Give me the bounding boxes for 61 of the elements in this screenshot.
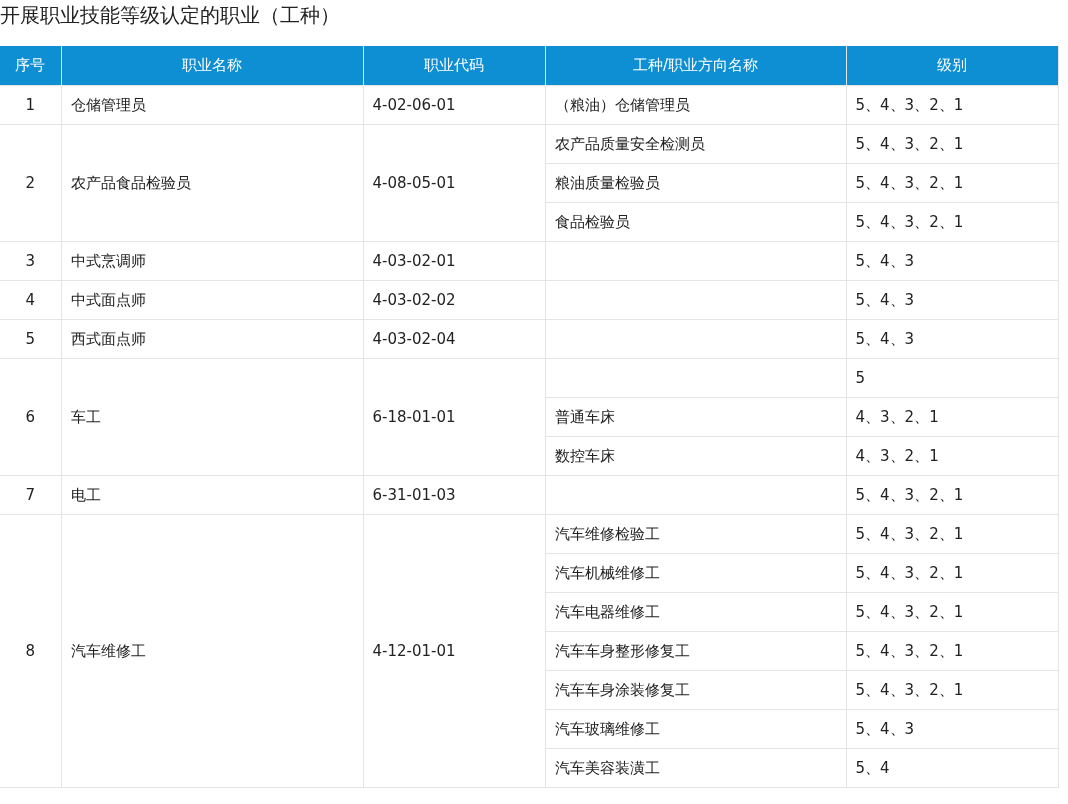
column-header: 职业代码 [363, 46, 545, 86]
table-cell: 8 [0, 514, 61, 788]
table-cell: 6-18-01-01 [363, 358, 545, 476]
table-cell: 普通车床 [545, 397, 846, 437]
table-cell: 1 [0, 85, 61, 125]
column-header: 序号 [0, 46, 61, 86]
table-cell: 5、4、3、2、1 [846, 202, 1059, 242]
table-cell: 4、3、2、1 [846, 397, 1059, 437]
table-cell: 5、4、3、2、1 [846, 85, 1059, 125]
table-cell: 汽车玻璃维修工 [545, 709, 846, 749]
table-cell: 4-03-02-04 [363, 319, 545, 359]
table-cell: 5、4、3 [846, 709, 1059, 749]
table-cell: 2 [0, 124, 61, 242]
table-cell: 汽车车身涂装修复工 [545, 670, 846, 710]
table-cell: 6 [0, 358, 61, 476]
table-cell: 5、4、3、2、1 [846, 592, 1059, 632]
table-cell: 5、4、3、2、1 [846, 514, 1059, 554]
table-cell: 电工 [61, 475, 363, 515]
table-cell: 5、4、3 [846, 319, 1059, 359]
column-header: 级别 [846, 46, 1059, 86]
table-cell: 中式烹调师 [61, 241, 363, 281]
table-cell: 汽车车身整形修复工 [545, 631, 846, 671]
table-cell: 中式面点师 [61, 280, 363, 320]
column-header: 工种/职业方向名称 [545, 46, 846, 86]
table-cell: 4-12-01-01 [363, 514, 545, 788]
table-cell: 6-31-01-03 [363, 475, 545, 515]
table-cell: 4-08-05-01 [363, 124, 545, 242]
table-cell: 5、4、3、2、1 [846, 631, 1059, 671]
table-cell: 汽车美容装潢工 [545, 748, 846, 788]
table-cell: 汽车维修检验工 [545, 514, 846, 554]
table-cell: 4-03-02-02 [363, 280, 545, 320]
table-cell: 5、4、3、2、1 [846, 475, 1059, 515]
column-header: 职业名称 [61, 46, 363, 86]
table-cell: 5、4、3 [846, 241, 1059, 281]
table-cell: 西式面点师 [61, 319, 363, 359]
table-cell: 粮油质量检验员 [545, 163, 846, 203]
table-cell: 汽车机械维修工 [545, 553, 846, 593]
table-cell: 汽车电器维修工 [545, 592, 846, 632]
table-cell: 数控车床 [545, 436, 846, 476]
table-cell: 5 [846, 358, 1059, 398]
table-cell: 食品检验员 [545, 202, 846, 242]
table-cell: 7 [0, 475, 61, 515]
table-cell: 4-02-06-01 [363, 85, 545, 125]
table-cell: 4 [0, 280, 61, 320]
table-cell: 仓储管理员 [61, 85, 363, 125]
table-cell: 5、4 [846, 748, 1059, 788]
table-cell: 5、4、3 [846, 280, 1059, 320]
table-cell: 5 [0, 319, 61, 359]
table-cell: 农产品食品检验员 [61, 124, 363, 242]
table-cell: 5、4、3、2、1 [846, 553, 1059, 593]
page-title: 开展职业技能等级认定的职业（工种） [0, 2, 341, 29]
table-cell: （粮油）仓储管理员 [545, 85, 846, 125]
table-cell: 4、3、2、1 [846, 436, 1059, 476]
table-cell: 4-03-02-01 [363, 241, 545, 281]
table-cell: 汽车维修工 [61, 514, 363, 788]
table-cell: 5、4、3、2、1 [846, 124, 1059, 164]
table-cell: 3 [0, 241, 61, 281]
table-cell: 5、4、3、2、1 [846, 670, 1059, 710]
table-cell: 5、4、3、2、1 [846, 163, 1059, 203]
table-cell: 车工 [61, 358, 363, 476]
table-cell: 农产品质量安全检测员 [545, 124, 846, 164]
